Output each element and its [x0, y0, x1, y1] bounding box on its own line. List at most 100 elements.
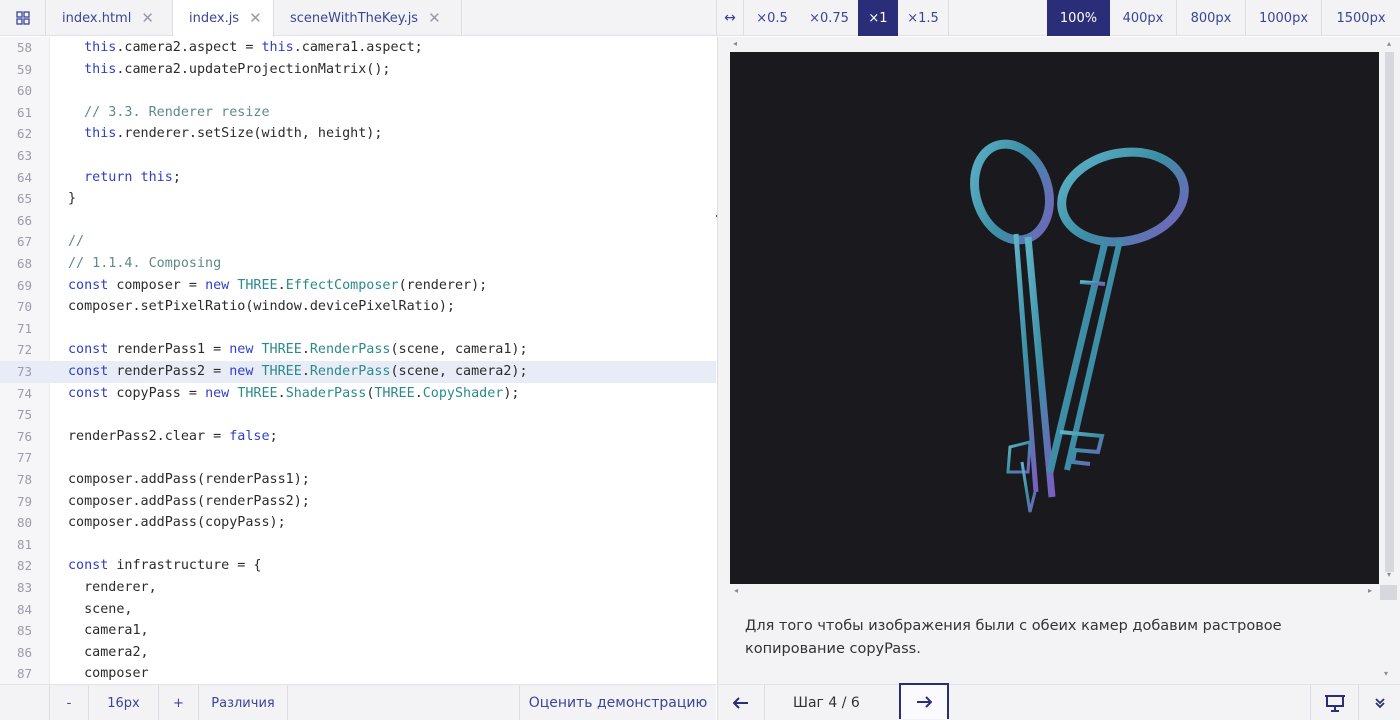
decrease-font-button[interactable]: -	[49, 685, 89, 720]
line-number: 81	[16, 536, 32, 552]
code-line[interactable]: 84 scene,	[0, 599, 716, 621]
code-line[interactable]: 86 camera2,	[0, 642, 716, 664]
step-bottom-bar: Шаг 4 / 6	[717, 683, 1400, 720]
code-line[interactable]: 77	[0, 447, 716, 469]
tab-index-js[interactable]: index.js ✕	[173, 0, 274, 37]
key-left	[970, 139, 1056, 513]
code-line[interactable]: 70 composer.setPixelRatio(window.devicePi…	[0, 296, 716, 318]
top-bar: index.html ✕ index.js ✕ sceneWithTheKey.…	[0, 0, 1400, 37]
code-text: const copyPass = new THREE.ShaderPass(TH…	[68, 385, 520, 401]
code-text: composer	[68, 666, 149, 682]
code-text: const infrastructure = {	[68, 558, 262, 574]
code-line[interactable]: 66	[0, 210, 716, 232]
diff-button[interactable]: Различия	[199, 685, 288, 720]
prev-step-button[interactable]	[718, 685, 765, 720]
code-text: const renderPass1 = new THREE.RenderPass…	[68, 342, 528, 358]
tab-index-html[interactable]: index.html ✕	[46, 0, 173, 36]
code-line[interactable]: 81	[0, 534, 716, 556]
width-button-100[interactable]: 100%	[1047, 0, 1110, 36]
scroll-up-left-icon[interactable]: ◂	[733, 39, 737, 48]
code-text: this.camera2.updateProjectionMatrix();	[84, 61, 391, 77]
code-line[interactable]: 63	[0, 145, 716, 167]
line-number: 75	[16, 407, 32, 423]
presentation-icon	[1324, 695, 1345, 712]
scale-button-1-5[interactable]: ×1.5	[898, 0, 949, 36]
step-counter: Шаг 4 / 6	[793, 695, 860, 711]
code-line[interactable]: 75	[0, 404, 716, 426]
code-line[interactable]: 83 renderer,	[0, 577, 716, 599]
code-line[interactable]: 85 camera1,	[0, 620, 716, 642]
bottom-spacer	[288, 685, 520, 720]
next-step-button[interactable]	[899, 683, 949, 719]
scroll-down-icon[interactable]: ▾	[1384, 669, 1388, 678]
code-line[interactable]: 67 //	[0, 231, 716, 253]
width-button-1500[interactable]: 1500px	[1322, 0, 1400, 36]
arrow-left-icon	[733, 697, 748, 709]
rate-demo-button[interactable]: Оценить демонстрацию	[520, 685, 716, 720]
code-editor[interactable]: 58 this.camera2.aspect = this.camera1.as…	[0, 37, 716, 684]
line-number: 73	[16, 364, 32, 379]
width-button-400[interactable]: 400px	[1110, 0, 1177, 36]
line-number: 59	[16, 61, 32, 77]
code-line[interactable]: 68 // 1.1.4. Composing	[0, 253, 716, 275]
resize-toggle-button[interactable]: ↔	[717, 0, 744, 36]
scale-button-1[interactable]: ×1	[858, 0, 898, 36]
code-line[interactable]: 60	[0, 80, 716, 102]
line-number: 62	[16, 126, 32, 142]
code-line[interactable]: 73 const renderPass2 = new THREE.RenderPa…	[0, 361, 716, 383]
code-line[interactable]: 69 const composer = new THREE.EffectCompo…	[0, 275, 716, 297]
code-text: renderer,	[68, 580, 157, 595]
code-line[interactable]: 78 composer.addPass(renderPass1);	[0, 469, 716, 491]
editor-bottom-bar: - 16px + Различия Оценить демонстрацию	[0, 684, 716, 720]
file-tree-button[interactable]	[0, 0, 46, 36]
width-button-800[interactable]: 800px	[1177, 0, 1246, 36]
code-line[interactable]: 58 this.camera2.aspect = this.camera1.as…	[0, 37, 716, 59]
line-number: 80	[16, 515, 32, 531]
code-line[interactable]: 71	[0, 318, 716, 340]
line-number: 68	[16, 256, 32, 271]
code-line[interactable]: 82 const infrastructure = {	[0, 555, 716, 577]
code-line[interactable]: 74 const copyPass = new THREE.ShaderPass(…	[0, 383, 716, 405]
tab-label: sceneWithTheKey.js	[290, 10, 419, 26]
code-line[interactable]: 59 this.camera2.updateProjectionMatrix()…	[0, 59, 716, 81]
code-line[interactable]: 80 composer.addPass(copyPass);	[0, 512, 716, 534]
code-line[interactable]: 62 this.renderer.setSize(width, height);	[0, 123, 716, 145]
code-text: this.camera2.aspect = this.camera1.aspec…	[84, 40, 423, 55]
code-line[interactable]: 79 composer.addPass(renderPass2);	[0, 491, 716, 513]
line-number: 79	[16, 493, 32, 509]
expand-button[interactable]	[1359, 685, 1400, 720]
code-line[interactable]: 72 const renderPass1 = new THREE.RenderPa…	[0, 339, 716, 361]
close-icon[interactable]: ✕	[249, 11, 262, 26]
code-text: scene,	[68, 601, 133, 617]
code-line[interactable]: 64 return this;	[0, 167, 716, 189]
preview-horizontal-scrollbar[interactable]: ◂ ▸	[730, 585, 1379, 597]
line-number: 67	[16, 234, 32, 250]
presentation-button[interactable]	[1311, 685, 1359, 720]
increase-font-button[interactable]: +	[159, 685, 199, 720]
scroll-corner	[1380, 585, 1397, 600]
tab-scene-with-the-key[interactable]: sceneWithTheKey.js ✕	[274, 0, 462, 36]
preview-vertical-scrollbar[interactable]: ▴ ▾	[1380, 37, 1400, 597]
line-number: 84	[16, 601, 32, 617]
code-line[interactable]: 65}	[0, 188, 716, 210]
scale-button-0-75[interactable]: ×0.75	[800, 0, 858, 36]
code-text: }	[68, 191, 77, 207]
close-icon[interactable]: ✕	[141, 10, 154, 26]
line-number: 76	[16, 428, 32, 444]
close-icon[interactable]: ✕	[428, 10, 441, 26]
code-line[interactable]: 87 composer	[0, 663, 716, 684]
render-canvas[interactable]	[730, 52, 1379, 584]
bottom-spacer	[949, 685, 1311, 720]
code-text: //	[68, 234, 85, 250]
line-number: 72	[16, 342, 32, 358]
keys-render	[970, 139, 1189, 513]
line-number: 77	[16, 450, 32, 466]
width-button-1000[interactable]: 1000px	[1246, 0, 1322, 36]
line-number: 82	[16, 558, 32, 574]
code-text: camera2,	[68, 644, 149, 660]
code-line[interactable]: 76 renderPass2.clear = false;	[0, 426, 716, 448]
code-line[interactable]: 61 // 3.3. Renderer resize	[0, 102, 716, 124]
scale-button-0-5[interactable]: ×0.5	[744, 0, 800, 36]
tab-label: index.html	[62, 10, 132, 26]
